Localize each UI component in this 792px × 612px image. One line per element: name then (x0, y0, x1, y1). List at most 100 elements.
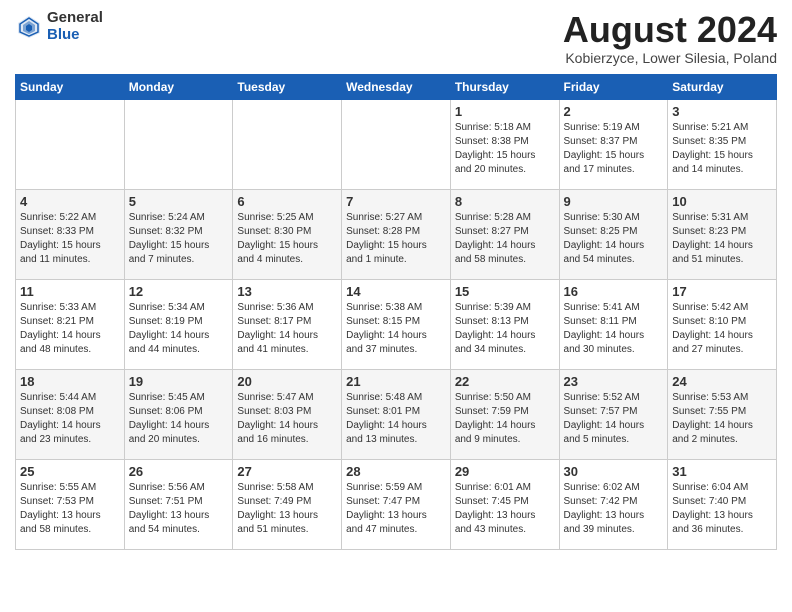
day-info: Sunrise: 5:27 AM Sunset: 8:28 PM Dayligh… (346, 211, 446, 267)
logo-blue-text: Blue (47, 27, 103, 44)
day-info: Sunrise: 5:45 AM Sunset: 8:06 PM Dayligh… (129, 391, 229, 447)
day-info: Sunrise: 5:36 AM Sunset: 8:17 PM Dayligh… (237, 301, 337, 357)
day-info: Sunrise: 5:30 AM Sunset: 8:25 PM Dayligh… (564, 211, 664, 267)
calendar-cell: 8Sunrise: 5:28 AM Sunset: 8:27 PM Daylig… (450, 189, 559, 279)
calendar-cell: 5 Sunrise: 5:24 AM Sunset: 8:32 PM Daylig… (124, 189, 233, 279)
calendar-cell: 23Sunrise: 5:52 AM Sunset: 7:57 PM Dayli… (559, 369, 668, 459)
calendar-cell: 14 Sunrise: 5:38 AM Sunset: 8:15 PM Dayli… (342, 279, 451, 369)
header-tuesday: Tuesday (233, 74, 342, 99)
logo-icon (15, 13, 43, 41)
day-info: Sunrise: 5:48 AM Sunset: 8:01 PM Dayligh… (346, 391, 446, 447)
day-number: 12 (129, 284, 229, 299)
calendar-cell: 6 Sunrise: 5:25 AM Sunset: 8:30 PM Daylig… (233, 189, 342, 279)
calendar-cell: 28Sunrise: 5:59 AM Sunset: 7:47 PM Dayli… (342, 459, 451, 549)
header-thursday: Thursday (450, 74, 559, 99)
calendar-header-row: SundayMondayTuesdayWednesdayThursdayFrid… (16, 74, 777, 99)
day-number: 7 (346, 194, 446, 209)
logo-text: General Blue (47, 10, 103, 43)
day-info: Sunrise: 5:53 AM Sunset: 7:55 PM Dayligh… (672, 391, 772, 447)
day-number: 4 (20, 194, 120, 209)
page-header: General Blue August 2024 Kobierzyce, Low… (15, 10, 777, 66)
calendar-cell: 17Sunrise: 5:42 AM Sunset: 8:10 PM Dayli… (668, 279, 777, 369)
day-number: 3 (672, 104, 772, 119)
day-info: Sunrise: 5:22 AM Sunset: 8:33 PM Dayligh… (20, 211, 120, 267)
day-info: Sunrise: 5:25 AM Sunset: 8:30 PM Dayligh… (237, 211, 337, 267)
day-number: 10 (672, 194, 772, 209)
calendar-cell: 7 Sunrise: 5:27 AM Sunset: 8:28 PM Daylig… (342, 189, 451, 279)
calendar-cell (124, 99, 233, 189)
day-info: Sunrise: 5:39 AM Sunset: 8:13 PM Dayligh… (455, 301, 555, 357)
day-number: 19 (129, 374, 229, 389)
day-number: 24 (672, 374, 772, 389)
day-number: 21 (346, 374, 446, 389)
day-info: Sunrise: 5:41 AM Sunset: 8:11 PM Dayligh… (564, 301, 664, 357)
day-info: Sunrise: 5:31 AM Sunset: 8:23 PM Dayligh… (672, 211, 772, 267)
location-subtitle: Kobierzyce, Lower Silesia, Poland (563, 50, 777, 66)
header-monday: Monday (124, 74, 233, 99)
day-info: Sunrise: 5:55 AM Sunset: 7:53 PM Dayligh… (20, 481, 120, 537)
day-number: 2 (564, 104, 664, 119)
day-info: Sunrise: 5:33 AM Sunset: 8:21 PM Dayligh… (20, 301, 120, 357)
day-info: Sunrise: 5:47 AM Sunset: 8:03 PM Dayligh… (237, 391, 337, 447)
calendar-cell: 2 Sunrise: 5:19 AM Sunset: 8:37 PM Daylig… (559, 99, 668, 189)
calendar-week-row: 25Sunrise: 5:55 AM Sunset: 7:53 PM Dayli… (16, 459, 777, 549)
calendar-week-row: 18 Sunrise: 5:44 AM Sunset: 8:08 PM Dayli… (16, 369, 777, 459)
day-info: Sunrise: 5:34 AM Sunset: 8:19 PM Dayligh… (129, 301, 229, 357)
day-info: Sunrise: 5:59 AM Sunset: 7:47 PM Dayligh… (346, 481, 446, 537)
day-info: Sunrise: 5:42 AM Sunset: 8:10 PM Dayligh… (672, 301, 772, 357)
calendar-cell: 19 Sunrise: 5:45 AM Sunset: 8:06 PM Dayli… (124, 369, 233, 459)
calendar-cell: 20 Sunrise: 5:47 AM Sunset: 8:03 PM Dayli… (233, 369, 342, 459)
header-sunday: Sunday (16, 74, 125, 99)
calendar-cell: 29 Sunrise: 6:01 AM Sunset: 7:45 PM Dayli… (450, 459, 559, 549)
calendar-cell: 16 Sunrise: 5:41 AM Sunset: 8:11 PM Dayli… (559, 279, 668, 369)
calendar-cell: 27Sunrise: 5:58 AM Sunset: 7:49 PM Dayli… (233, 459, 342, 549)
calendar-cell: 25Sunrise: 5:55 AM Sunset: 7:53 PM Dayli… (16, 459, 125, 549)
day-number: 1 (455, 104, 555, 119)
calendar-cell: 12 Sunrise: 5:34 AM Sunset: 8:19 PM Dayli… (124, 279, 233, 369)
day-number: 6 (237, 194, 337, 209)
day-info: Sunrise: 5:38 AM Sunset: 8:15 PM Dayligh… (346, 301, 446, 357)
day-info: Sunrise: 5:50 AM Sunset: 7:59 PM Dayligh… (455, 391, 555, 447)
calendar-week-row: 1Sunrise: 5:18 AM Sunset: 8:38 PM Daylig… (16, 99, 777, 189)
calendar-cell: 31Sunrise: 6:04 AM Sunset: 7:40 PM Dayli… (668, 459, 777, 549)
calendar-cell: 1Sunrise: 5:18 AM Sunset: 8:38 PM Daylig… (450, 99, 559, 189)
logo-general-text: General (47, 10, 103, 27)
day-number: 20 (237, 374, 337, 389)
day-number: 30 (564, 464, 664, 479)
calendar-cell: 3 Sunrise: 5:21 AM Sunset: 8:35 PM Daylig… (668, 99, 777, 189)
header-wednesday: Wednesday (342, 74, 451, 99)
day-info: Sunrise: 5:44 AM Sunset: 8:08 PM Dayligh… (20, 391, 120, 447)
calendar-week-row: 11Sunrise: 5:33 AM Sunset: 8:21 PM Dayli… (16, 279, 777, 369)
calendar-table: SundayMondayTuesdayWednesdayThursdayFrid… (15, 74, 777, 550)
day-info: Sunrise: 5:19 AM Sunset: 8:37 PM Dayligh… (564, 121, 664, 177)
calendar-week-row: 4 Sunrise: 5:22 AM Sunset: 8:33 PM Daylig… (16, 189, 777, 279)
day-number: 5 (129, 194, 229, 209)
calendar-cell: 4 Sunrise: 5:22 AM Sunset: 8:33 PM Daylig… (16, 189, 125, 279)
day-number: 18 (20, 374, 120, 389)
day-info: Sunrise: 5:21 AM Sunset: 8:35 PM Dayligh… (672, 121, 772, 177)
day-number: 15 (455, 284, 555, 299)
calendar-cell: 11Sunrise: 5:33 AM Sunset: 8:21 PM Dayli… (16, 279, 125, 369)
day-number: 31 (672, 464, 772, 479)
logo: General Blue (15, 10, 103, 43)
day-info: Sunrise: 5:52 AM Sunset: 7:57 PM Dayligh… (564, 391, 664, 447)
title-block: August 2024 Kobierzyce, Lower Silesia, P… (563, 10, 777, 66)
calendar-cell: 15 Sunrise: 5:39 AM Sunset: 8:13 PM Dayli… (450, 279, 559, 369)
header-saturday: Saturday (668, 74, 777, 99)
calendar-cell: 10 Sunrise: 5:31 AM Sunset: 8:23 PM Dayli… (668, 189, 777, 279)
day-info: Sunrise: 5:24 AM Sunset: 8:32 PM Dayligh… (129, 211, 229, 267)
day-number: 8 (455, 194, 555, 209)
day-number: 26 (129, 464, 229, 479)
calendar-cell: 22 Sunrise: 5:50 AM Sunset: 7:59 PM Dayli… (450, 369, 559, 459)
calendar-cell: 30 Sunrise: 6:02 AM Sunset: 7:42 PM Dayli… (559, 459, 668, 549)
calendar-cell (342, 99, 451, 189)
day-info: Sunrise: 5:58 AM Sunset: 7:49 PM Dayligh… (237, 481, 337, 537)
day-number: 29 (455, 464, 555, 479)
day-info: Sunrise: 6:01 AM Sunset: 7:45 PM Dayligh… (455, 481, 555, 537)
calendar-cell: 24 Sunrise: 5:53 AM Sunset: 7:55 PM Dayli… (668, 369, 777, 459)
day-number: 14 (346, 284, 446, 299)
calendar-cell (16, 99, 125, 189)
day-info: Sunrise: 6:02 AM Sunset: 7:42 PM Dayligh… (564, 481, 664, 537)
day-number: 22 (455, 374, 555, 389)
day-number: 16 (564, 284, 664, 299)
